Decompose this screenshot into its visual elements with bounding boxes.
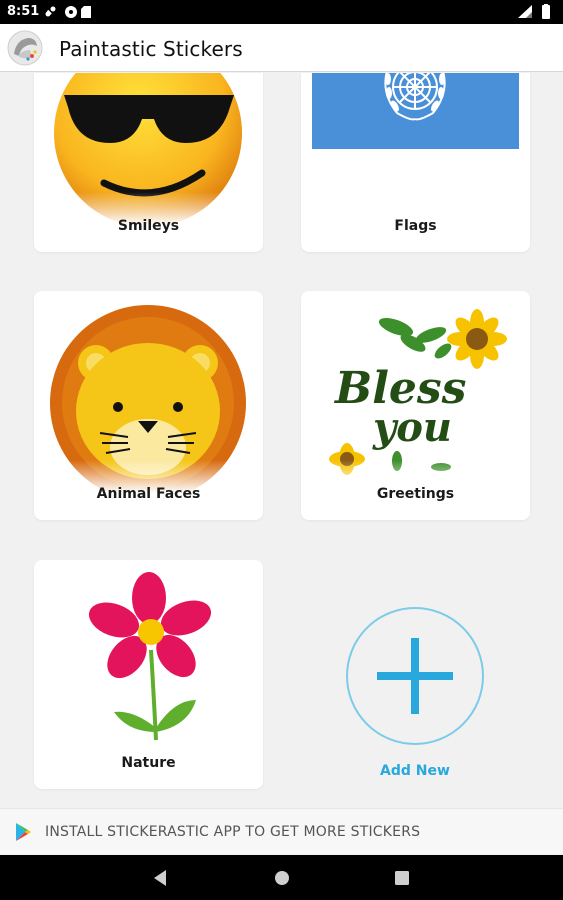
add-new-button[interactable]: Add New: [345, 606, 485, 781]
add-circle-icon: [346, 607, 484, 745]
navigation-bar: [0, 855, 563, 900]
install-banner-text: INSTALL STICKERASTIC APP TO GET MORE STI…: [45, 824, 421, 840]
category-card-greetings[interactable]: Bless you Greetings: [301, 291, 530, 520]
play-store-icon: [16, 823, 31, 841]
category-label: Nature: [121, 755, 176, 771]
status-time: 8:51: [7, 4, 40, 19]
game-icon: [65, 6, 77, 18]
app-bar: Paintastic Stickers: [0, 24, 563, 72]
status-notification-icons: [45, 6, 91, 18]
add-new-label: Add New: [380, 763, 450, 779]
category-label: Greetings: [376, 486, 455, 502]
status-system-icons: [518, 4, 550, 19]
recents-icon[interactable]: [391, 867, 413, 889]
category-label: Smileys: [117, 218, 180, 234]
sync-icon: [45, 6, 56, 17]
category-grid: Smileys Flags Animal Faces Bless you Gre…: [0, 73, 563, 808]
app-title: Paintastic Stickers: [59, 37, 243, 61]
back-icon[interactable]: [150, 867, 172, 889]
install-banner[interactable]: INSTALL STICKERASTIC APP TO GET MORE STI…: [0, 808, 563, 854]
greeting-line-2: you: [372, 404, 452, 451]
category-card-smileys[interactable]: Smileys: [34, 73, 263, 252]
category-card-flags[interactable]: Flags: [301, 73, 530, 252]
sunflower-icon: [447, 309, 507, 369]
battery-icon: [542, 5, 550, 19]
status-bar: 8:51: [0, 0, 563, 24]
home-icon[interactable]: [271, 867, 293, 889]
category-label: Flags: [394, 218, 437, 234]
app-logo-icon[interactable]: [6, 30, 44, 66]
category-label: Animal Faces: [96, 486, 201, 502]
category-card-nature[interactable]: Nature: [34, 560, 263, 789]
category-card-animal-faces[interactable]: Animal Faces: [34, 291, 263, 520]
sd-card-icon: [81, 6, 91, 18]
